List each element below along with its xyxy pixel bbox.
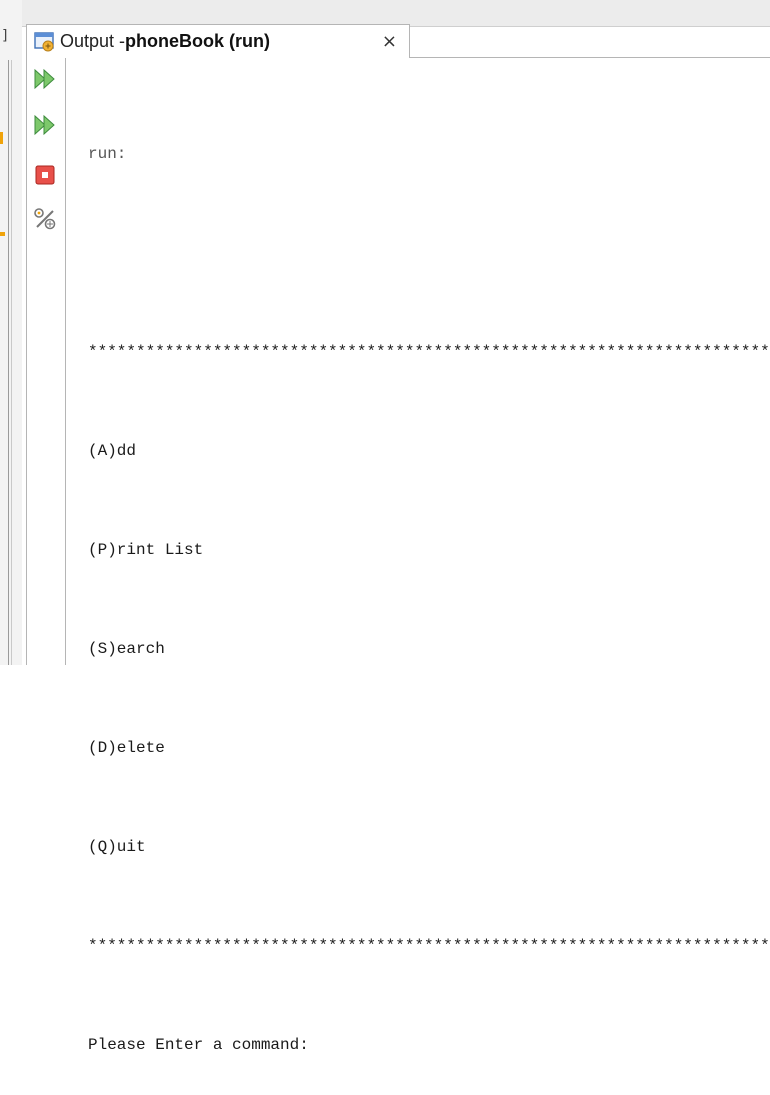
settings-icon bbox=[34, 208, 56, 230]
output-window-icon bbox=[34, 31, 56, 53]
settings-button[interactable] bbox=[32, 206, 58, 232]
tab-label-project: phoneBook (run) bbox=[125, 31, 271, 51]
console-line: Please Enter a command: bbox=[88, 1036, 309, 1054]
rerun-with-different-parameters-icon bbox=[34, 114, 55, 136]
panel-edge-mark: ] bbox=[2, 28, 8, 44]
stop-icon bbox=[35, 165, 55, 185]
divider bbox=[11, 60, 12, 665]
left-side-panel: ] bbox=[0, 0, 22, 665]
rerun-icon bbox=[34, 68, 55, 90]
console-line: (D)elete bbox=[88, 739, 165, 757]
console-line: (S)earch bbox=[88, 640, 165, 658]
editor-marker bbox=[0, 232, 5, 236]
console-line: (A)dd bbox=[88, 442, 137, 460]
tab-output-phonebook-run[interactable]: Output - phoneBook (run) × bbox=[26, 24, 410, 58]
stop-button[interactable] bbox=[32, 162, 58, 188]
output-toolbar bbox=[27, 58, 66, 665]
window-header-bar bbox=[22, 0, 770, 27]
console-output[interactable]: run: ***********************************… bbox=[88, 72, 770, 1095]
close-icon[interactable]: × bbox=[382, 31, 397, 52]
editor-marker bbox=[0, 132, 3, 144]
console-line: (Q)uit bbox=[88, 838, 146, 856]
console-line: (P)rint List bbox=[88, 541, 204, 559]
rerun-with-different-parameters-button[interactable] bbox=[32, 112, 58, 138]
console-line: ****************************************… bbox=[88, 343, 770, 361]
tab-label-prefix: Output - bbox=[60, 31, 126, 51]
console-line: run: bbox=[88, 145, 127, 163]
console-line: ****************************************… bbox=[88, 937, 770, 955]
divider bbox=[8, 60, 9, 665]
rerun-button[interactable] bbox=[32, 66, 58, 92]
